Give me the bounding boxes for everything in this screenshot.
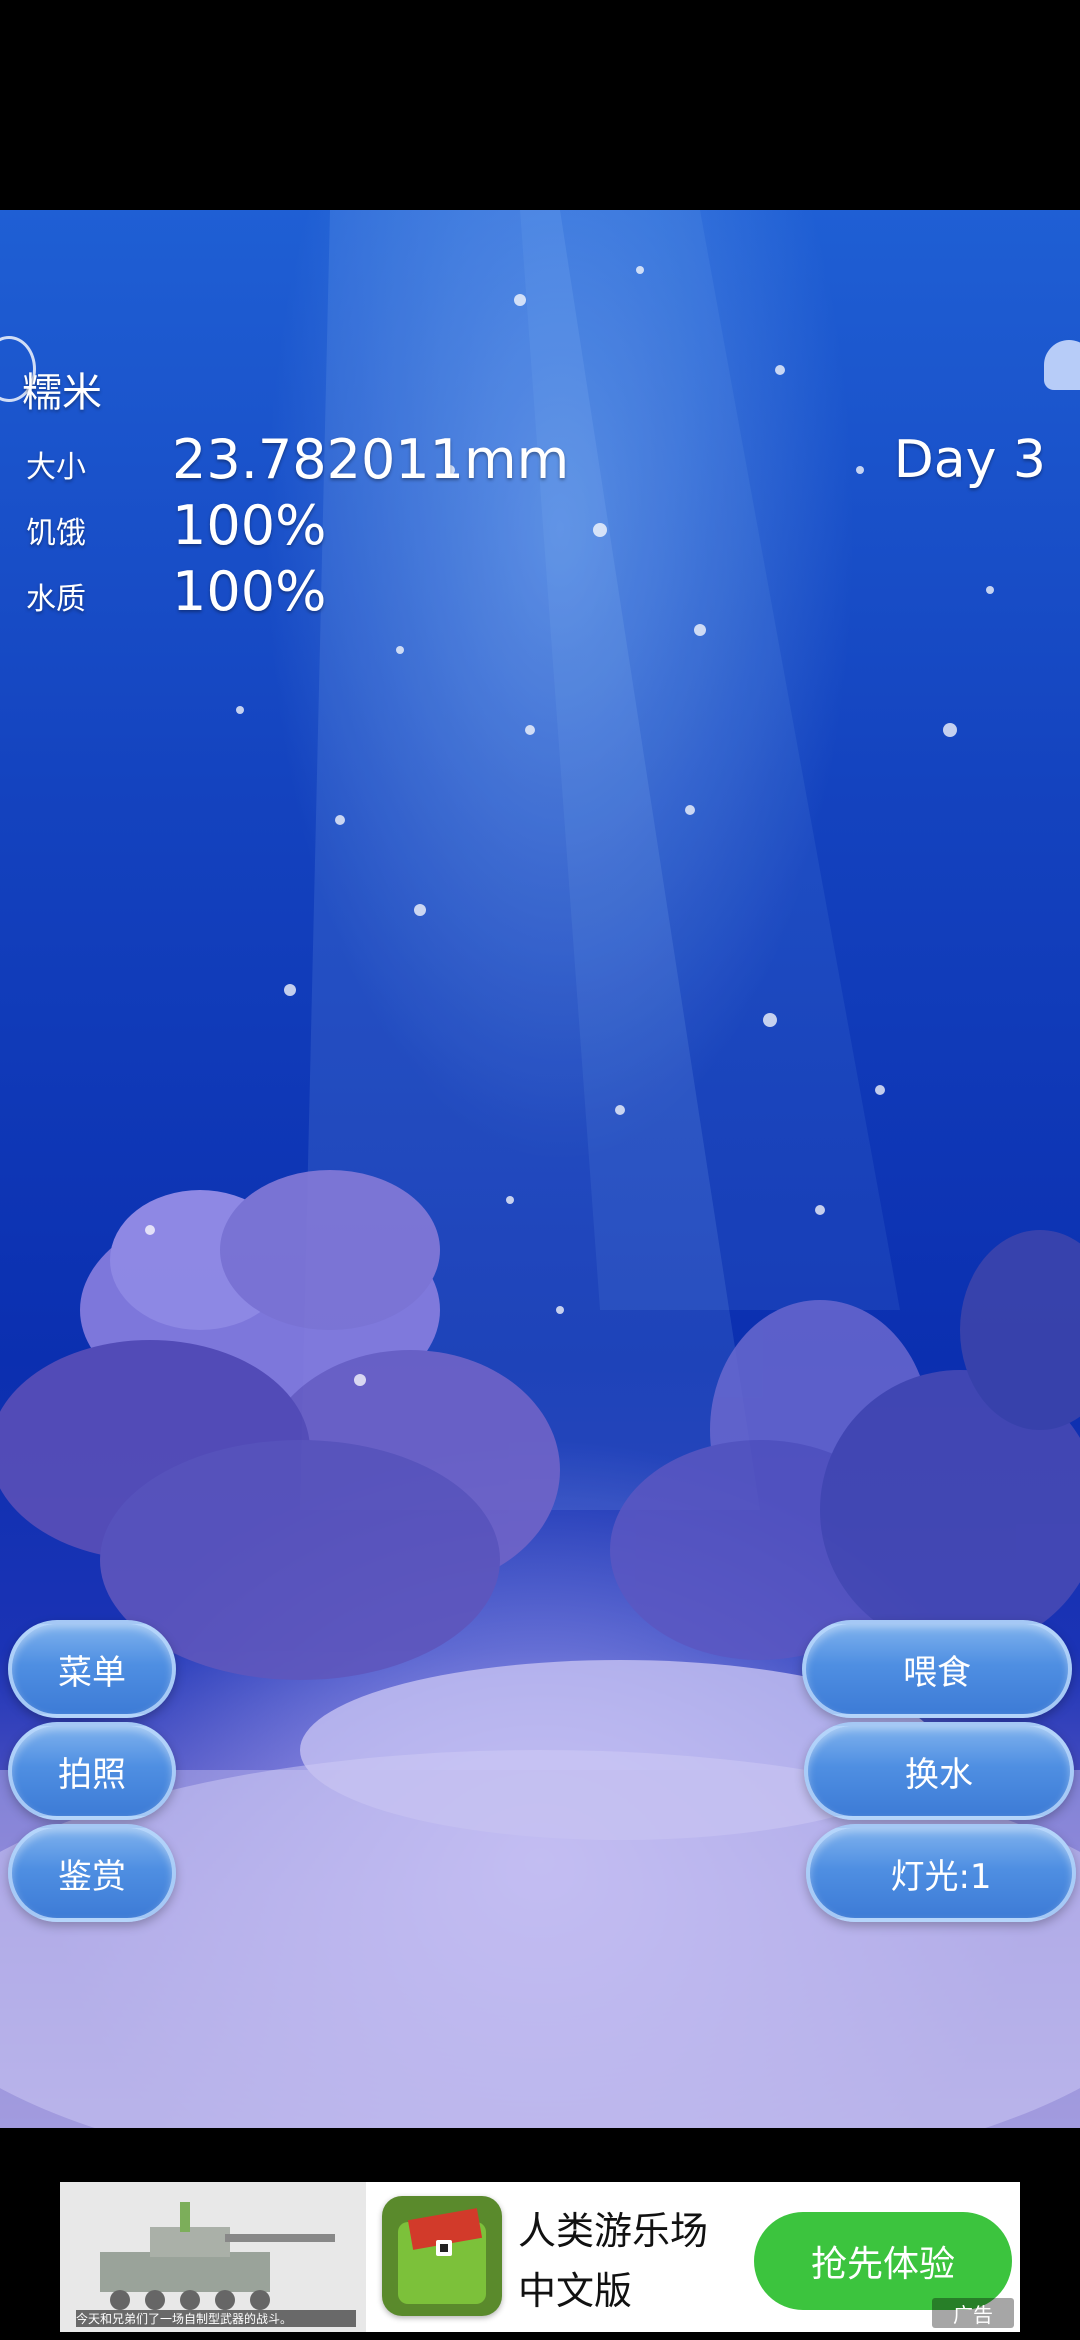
gallery-button[interactable]: 鉴赏: [8, 1824, 176, 1922]
fish-name: 糯米: [22, 370, 102, 416]
ad-cta-button[interactable]: 抢先体验: [754, 2212, 1012, 2310]
feed-button[interactable]: 喂食: [802, 1620, 1072, 1718]
ad-badge-label: 广告: [953, 2302, 993, 2327]
stat-hunger-value: 100%: [172, 494, 327, 557]
stat-water-value: 100%: [172, 560, 327, 623]
day-counter: Day 3: [893, 430, 1046, 490]
ad-title-line1[interactable]: 人类游乐场: [518, 2200, 708, 2255]
ad-banner[interactable]: 今天和兄弟们了一场自制型武器的战斗。 人类游乐场 中文版 抢先体验 广告: [60, 2182, 1020, 2332]
ad-title-line2[interactable]: 中文版: [518, 2260, 632, 2315]
ad-video-caption: 今天和兄弟们了一场自制型武器的战斗。: [76, 2310, 356, 2327]
change-water-button[interactable]: 换水: [804, 1722, 1074, 1820]
ad-video-thumbnail[interactable]: 今天和兄弟们了一场自制型武器的战斗。: [60, 2182, 366, 2332]
light-button[interactable]: 灯光:1: [806, 1824, 1076, 1922]
stat-water-label: 水质: [26, 582, 86, 617]
menu-button[interactable]: 菜单: [8, 1620, 176, 1718]
stat-size-value: 23.782011mm: [172, 428, 570, 491]
photo-button[interactable]: 拍照: [8, 1722, 176, 1820]
stat-size-label: 大小: [26, 450, 86, 485]
jellyfish-icon[interactable]: [1044, 340, 1080, 390]
ad-app-icon[interactable]: [382, 2196, 502, 2316]
stat-hunger-label: 饥饿: [26, 516, 86, 551]
ad-badge: 广告: [932, 2298, 1014, 2328]
